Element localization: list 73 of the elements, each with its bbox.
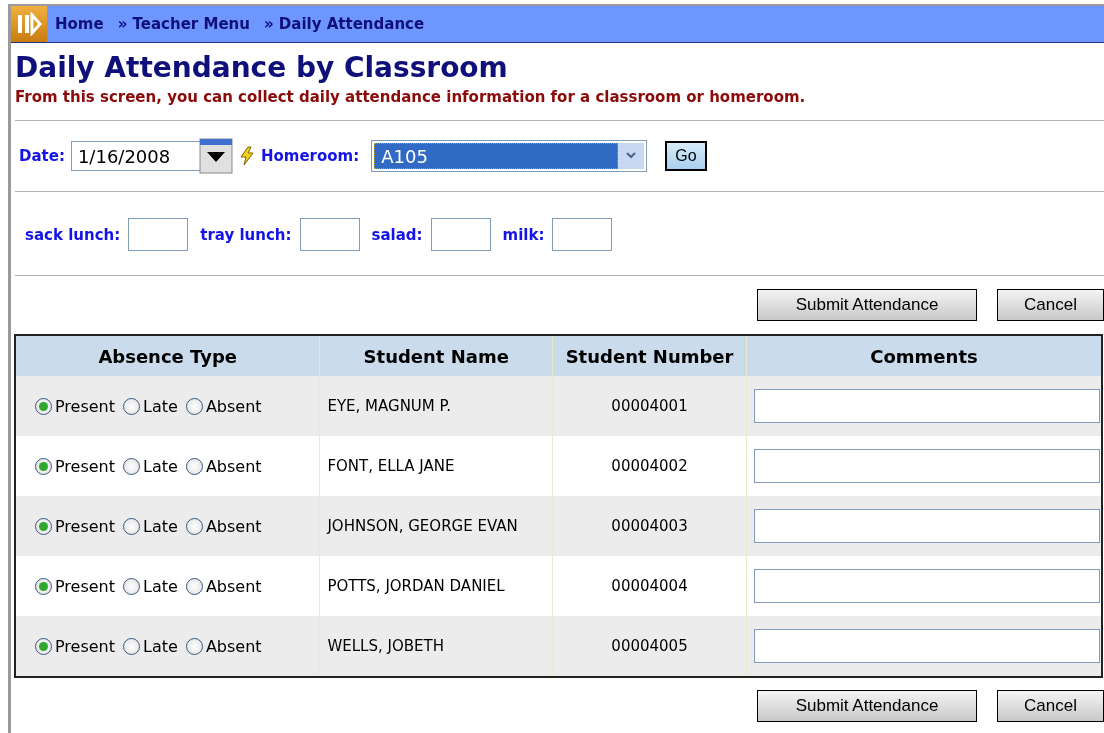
logo-icon xyxy=(11,6,47,42)
go-button[interactable]: Go xyxy=(665,141,707,171)
radio-button[interactable] xyxy=(35,397,52,415)
radio-label: Absent xyxy=(205,576,262,596)
field-label: milk: xyxy=(502,225,545,244)
page-description: From this screen, you can collect daily attendance information for a classroom or homeroom. xyxy=(15,88,807,106)
radio-label: Late xyxy=(143,516,178,536)
radio-label: Absent xyxy=(205,636,262,656)
student-number: 00004003 xyxy=(611,517,688,535)
column-header: Comments xyxy=(746,335,1102,376)
radio-button[interactable] xyxy=(123,637,141,655)
radio-label: Absent xyxy=(205,456,262,476)
breadcrumb-link[interactable]: » Daily Attendance xyxy=(263,15,425,33)
radio-label: Late xyxy=(143,636,178,656)
comment-field[interactable] xyxy=(754,449,1100,483)
input-field[interactable] xyxy=(128,218,189,251)
comment-field[interactable] xyxy=(754,389,1100,423)
homeroom-dropdown[interactable]: A105 xyxy=(371,140,648,172)
field-label: sack lunch: xyxy=(25,225,121,244)
student-name: JOHNSON, GEORGE EVAN xyxy=(325,517,518,535)
student-number: 00004001 xyxy=(611,397,688,415)
comment-field[interactable] xyxy=(754,629,1100,663)
radio-label: Late xyxy=(143,576,178,596)
calendar-icon[interactable] xyxy=(198,138,233,174)
radio-button[interactable] xyxy=(185,637,203,655)
input-field[interactable] xyxy=(430,218,491,251)
radio-button[interactable] xyxy=(123,397,141,415)
radio-button[interactable] xyxy=(123,517,141,535)
radio-button[interactable] xyxy=(185,577,203,595)
radio-label: Late xyxy=(143,456,178,476)
radio-button[interactable] xyxy=(185,457,203,475)
column-header: Absence Type xyxy=(15,335,320,376)
cancel-button[interactable]: Cancel xyxy=(997,690,1104,722)
input-field[interactable] xyxy=(299,218,360,251)
radio-label: Absent xyxy=(205,516,262,536)
radio-button[interactable] xyxy=(35,637,52,655)
field-label: tray lunch: xyxy=(200,225,292,244)
field-label: Date: xyxy=(19,147,65,165)
breadcrumb-link[interactable]: Home xyxy=(55,15,104,33)
breadcrumb-link[interactable]: » Teacher Menu xyxy=(117,15,250,33)
cancel-button[interactable]: Cancel xyxy=(997,289,1104,321)
radio-label: Present xyxy=(55,636,116,656)
comment-field[interactable] xyxy=(754,569,1100,603)
radio-label: Absent xyxy=(205,396,262,416)
column-header: Student Number xyxy=(552,335,747,376)
radio-button[interactable] xyxy=(185,397,203,415)
student-name: POTTS, JORDAN DANIEL xyxy=(326,577,505,595)
radio-label: Present xyxy=(55,456,116,476)
radio-button[interactable] xyxy=(35,457,52,475)
page-title: Daily Attendance by Classroom xyxy=(15,51,509,84)
field-label: salad: xyxy=(371,225,423,244)
radio-button[interactable] xyxy=(35,577,52,595)
comment-field[interactable] xyxy=(754,509,1100,543)
student-number: 00004002 xyxy=(611,457,688,475)
submit-button[interactable]: Submit Attendance xyxy=(757,690,977,722)
lightning-icon[interactable] xyxy=(238,146,255,166)
submit-button[interactable]: Submit Attendance xyxy=(757,289,977,321)
radio-button[interactable] xyxy=(123,457,141,475)
field-label: Homeroom: xyxy=(260,147,360,165)
radio-button[interactable] xyxy=(35,517,52,535)
student-name: WELLS, JOBETH xyxy=(326,637,444,655)
column-header: Student Name xyxy=(319,335,553,376)
student-name: EYE, MAGNUM P. xyxy=(326,397,452,415)
radio-label: Present xyxy=(55,396,116,416)
student-name: FONT, ELLA JANE xyxy=(326,457,455,475)
student-number: 00004004 xyxy=(611,577,688,595)
radio-label: Late xyxy=(143,396,178,416)
radio-label: Present xyxy=(55,516,116,536)
radio-label: Present xyxy=(55,576,116,596)
radio-button[interactable] xyxy=(185,517,203,535)
input-field[interactable] xyxy=(552,218,613,251)
radio-button[interactable] xyxy=(123,577,141,595)
student-number: 00004005 xyxy=(611,637,688,655)
